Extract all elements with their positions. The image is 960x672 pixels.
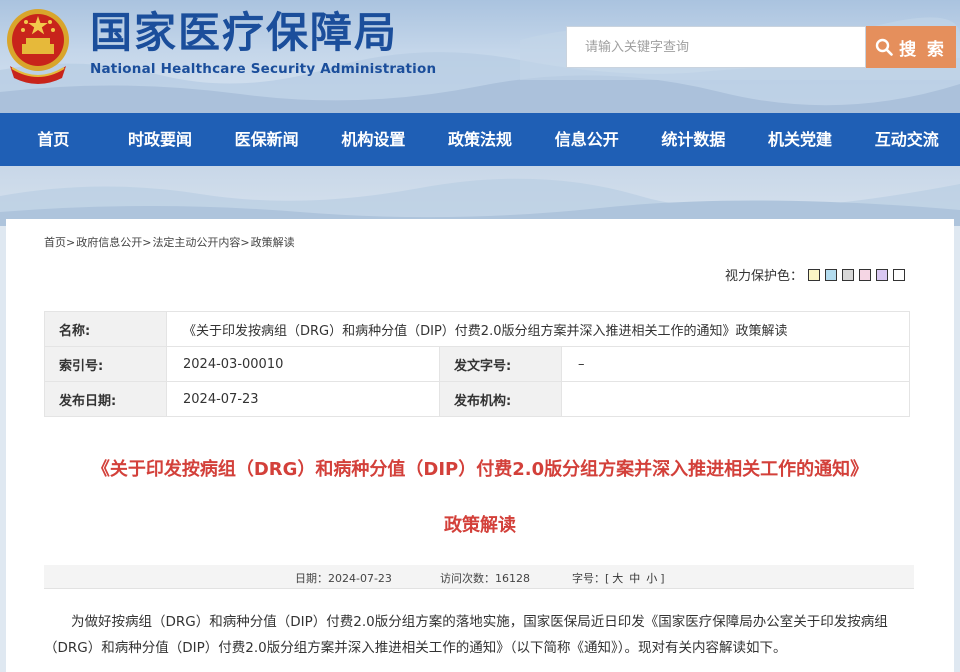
font-size-large[interactable]: 大 <box>612 572 623 585</box>
meta-org-label: 发布机构: <box>439 381 562 417</box>
meta-name-value: 《关于印发按病组（DRG）和病种分值（DIP）付费2.0版分组方案并深入推进相关… <box>166 311 910 347</box>
color-swatch-yellow[interactable] <box>808 268 821 281</box>
document-meta-table: 名称: 《关于印发按病组（DRG）和病种分值（DIP）付费2.0版分组方案并深入… <box>44 311 910 417</box>
article-date: 日期：2024-07-23 <box>295 570 392 586</box>
article-title: 《关于印发按病组（DRG）和病种分值（DIP）付费2.0版分组方案并深入推进相关… <box>91 459 869 480</box>
site-name-en[interactable]: National Healthcare Security Administrat… <box>90 61 436 77</box>
article-visits: 访问次数：16128 <box>440 570 530 586</box>
font-size-control: 字号：[大中小] <box>572 570 665 586</box>
article-paragraph: 为做好按病组（DRG）和病种分值（DIP）付费2.0版分组方案的落地实施，国家医… <box>44 614 888 656</box>
meta-index-value: 2024-03-00010 <box>166 346 440 382</box>
site-name-cn[interactable]: 国家医疗保障局 <box>90 8 398 58</box>
meta-date-value: 2024-07-23 <box>166 381 440 417</box>
article-visits-value: 16128 <box>495 572 530 585</box>
nav-item-interaction[interactable]: 互动交流 <box>853 113 960 166</box>
color-swatch-purple[interactable] <box>876 268 889 281</box>
sub-banner <box>0 166 960 226</box>
article-visits-label: 访问次数： <box>440 572 495 585</box>
meta-name-label: 名称: <box>44 311 167 347</box>
meta-doc-no-label: 发文字号: <box>439 346 562 382</box>
color-swatch-gray[interactable] <box>842 268 855 281</box>
content-panel: 首页>政府信息公开>法定主动公开内容>政策解读 视力保护色： 名称: 《关于印发… <box>6 219 954 672</box>
mountain-background-lower <box>0 178 960 226</box>
article-date-value: 2024-07-23 <box>328 572 392 585</box>
nav-item-healthcare-news[interactable]: 医保新闻 <box>213 113 320 166</box>
nav-item-home[interactable]: 首页 <box>0 113 107 166</box>
article-date-label: 日期： <box>295 572 328 585</box>
breadcrumb: 首页>政府信息公开>法定主动公开内容>政策解读 <box>44 234 296 250</box>
meta-doc-no-value: – <box>561 346 910 382</box>
magnifier-icon <box>875 38 893 56</box>
nav-item-statistics[interactable]: 统计数据 <box>640 113 747 166</box>
color-swatch-pink[interactable] <box>859 268 872 281</box>
search-button[interactable]: 搜 索 <box>866 26 956 68</box>
search-button-label: 搜 索 <box>899 39 947 59</box>
color-swatch-blue[interactable] <box>825 268 838 281</box>
breadcrumb-home[interactable]: 首页> <box>44 236 75 249</box>
font-size-bracket-close: ] <box>660 572 665 585</box>
nav-item-disclosure[interactable]: 信息公开 <box>533 113 640 166</box>
font-size-label: 字号： <box>572 572 605 585</box>
article-info-bar: 日期：2024-07-23 访问次数：16128 字号：[大中小] <box>44 565 914 589</box>
color-swatch-white[interactable] <box>893 268 906 281</box>
article-subtitle: 政策解读 <box>444 515 516 536</box>
breadcrumb-policy-reading[interactable]: 政策解读 <box>251 236 295 249</box>
nav-item-news[interactable]: 时政要闻 <box>107 113 214 166</box>
meta-org-value <box>561 381 910 417</box>
national-emblem-icon <box>7 9 69 84</box>
meta-date-label: 发布日期: <box>44 381 167 417</box>
font-size-medium[interactable]: 中 <box>629 572 640 585</box>
vision-protection: 视力保护色： <box>725 265 906 284</box>
font-size-bracket-open: [ <box>605 572 610 585</box>
meta-index-label: 索引号: <box>44 346 167 382</box>
nav-item-policy[interactable]: 政策法规 <box>427 113 534 166</box>
breadcrumb-mandatory[interactable]: 法定主动公开内容> <box>152 236 249 249</box>
breadcrumb-gov-info[interactable]: 政府信息公开> <box>76 236 151 249</box>
font-size-small[interactable]: 小 <box>646 572 657 585</box>
nav-item-party[interactable]: 机关党建 <box>747 113 854 166</box>
search-input[interactable] <box>566 26 866 68</box>
nav-item-organization[interactable]: 机构设置 <box>320 113 427 166</box>
header-banner: 国家医疗保障局 National Healthcare Security Adm… <box>0 0 960 113</box>
vision-protection-label: 视力保护色： <box>725 269 804 284</box>
main-nav: 首页 时政要闻 医保新闻 机构设置 政策法规 信息公开 统计数据 机关党建 互动… <box>0 113 960 166</box>
